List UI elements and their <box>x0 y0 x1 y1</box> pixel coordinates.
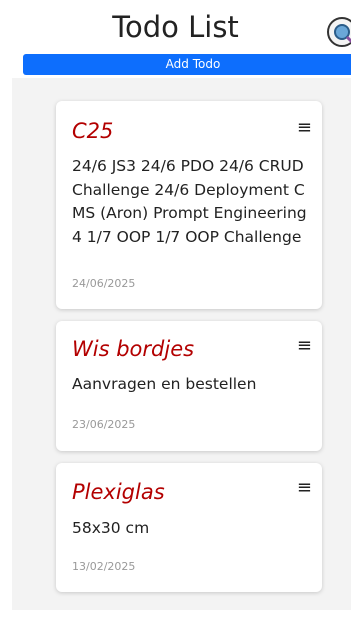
todo-title: C25 <box>72 119 114 143</box>
menu-icon[interactable]: ≡ <box>297 117 312 138</box>
search-icon <box>334 24 351 44</box>
todo-title: Plexiglas <box>72 480 165 504</box>
todo-card[interactable]: Plexiglas ≡ 58x30 cm 13/02/2025 <box>56 463 322 592</box>
todo-card[interactable]: Wis bordjes ≡ Aanvragen en bestellen 23/… <box>56 321 322 451</box>
todo-date: 23/06/2025 <box>72 418 136 431</box>
page-title: Todo List <box>112 10 239 44</box>
todo-date: 24/06/2025 <box>72 277 136 290</box>
todo-card[interactable]: C25 ≡ 24/6 JS3 24/6 PDO 24/6 CRUD Challe… <box>56 101 322 309</box>
search-button[interactable] <box>327 17 351 47</box>
todo-description: Aanvragen en bestellen <box>72 375 257 393</box>
todo-title: Wis bordjes <box>72 337 195 361</box>
todo-description: 24/6 JS3 24/6 PDO 24/6 CRUD Challenge 24… <box>72 157 307 246</box>
add-todo-button[interactable]: Add Todo <box>23 54 351 75</box>
menu-icon[interactable]: ≡ <box>297 477 312 498</box>
todo-date: 13/02/2025 <box>72 560 136 573</box>
todo-description: 58x30 cm <box>72 519 150 537</box>
menu-icon[interactable]: ≡ <box>297 335 312 356</box>
